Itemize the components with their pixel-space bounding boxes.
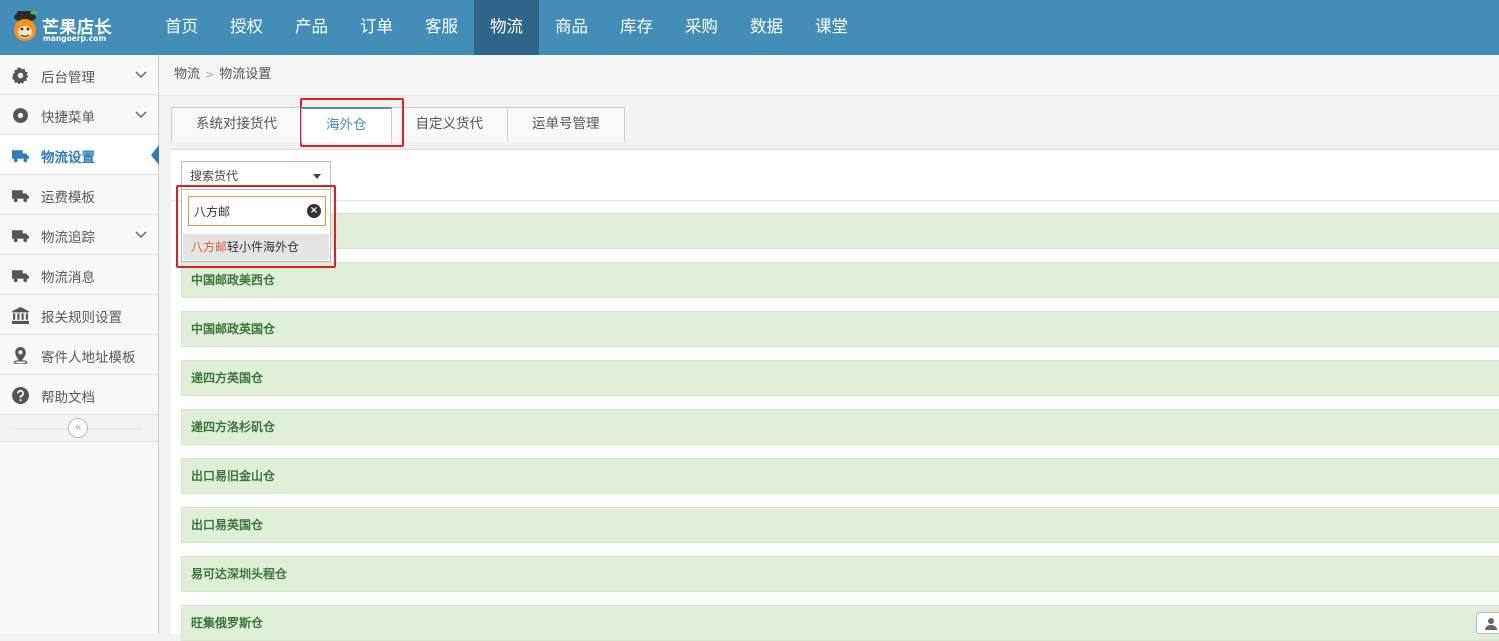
mango-mascot-icon bbox=[14, 10, 38, 41]
warehouse-row[interactable]: 易可达深圳头程仓 bbox=[181, 556, 1499, 592]
sidebar-item-shortcuts[interactable]: 快捷菜单 bbox=[0, 95, 158, 135]
highlight-box-dropdown bbox=[176, 185, 336, 268]
caret-down-icon bbox=[313, 174, 321, 179]
sidebar-item-label: 物流消息 bbox=[41, 270, 95, 286]
tab-tracking-number-management[interactable]: 运单号管理 bbox=[507, 107, 625, 142]
question-icon bbox=[12, 387, 29, 404]
sidebar-item-help-docs[interactable]: 帮助文档 bbox=[0, 375, 158, 415]
sidebar-item-customs-rules[interactable]: 报关规则设置 bbox=[0, 295, 158, 335]
nav-item-purchasing[interactable]: 采购 bbox=[669, 0, 734, 55]
bank-icon bbox=[12, 307, 29, 324]
nav-item-authorization[interactable]: 授权 bbox=[214, 0, 279, 55]
brand-domain: mangoerp.com bbox=[43, 34, 107, 43]
top-navbar: 芒果店长 mangoerp.com 首页 授权 产品 订单 客服 物流 商品 库… bbox=[0, 0, 1499, 55]
disc-icon bbox=[13, 108, 28, 123]
chevron-down-icon bbox=[135, 231, 147, 239]
logo[interactable]: 芒果店长 mangoerp.com bbox=[8, 6, 118, 48]
sidebar-item-freight-template[interactable]: 运费模板 bbox=[0, 175, 158, 215]
nav-item-products[interactable]: 产品 bbox=[279, 0, 344, 55]
sidebar-item-label: 寄件人地址模板 bbox=[41, 350, 136, 366]
warehouse-row[interactable]: 中国邮政美西仓 bbox=[181, 262, 1499, 298]
breadcrumb-root[interactable]: 物流 bbox=[174, 67, 200, 82]
warehouse-row[interactable]: 递四方洛杉矶仓 bbox=[181, 409, 1499, 445]
gear-icon bbox=[12, 67, 29, 84]
sidebar-item-admin[interactable]: 后台管理 bbox=[0, 55, 158, 95]
tab-custom-forwarders[interactable]: 自定义货代 bbox=[390, 107, 508, 142]
nav-item-inventory[interactable]: 库存 bbox=[604, 0, 669, 55]
warehouse-row[interactable]: 中国邮政英国仓 bbox=[181, 311, 1499, 347]
sidebar-item-logistics-settings[interactable]: 物流设置 bbox=[0, 135, 159, 175]
truck-icon bbox=[12, 270, 29, 283]
warehouse-row[interactable]: 出口易旧金山仓 bbox=[181, 458, 1499, 494]
nav-item-goods[interactable]: 商品 bbox=[539, 0, 604, 55]
breadcrumb-current: 物流设置 bbox=[219, 67, 272, 82]
sidebar-item-label: 帮助文档 bbox=[41, 390, 95, 406]
sidebar-item-sender-address[interactable]: 寄件人地址模板 bbox=[0, 335, 158, 375]
collapse-sidebar-button[interactable]: « bbox=[68, 418, 88, 438]
truck-icon bbox=[12, 150, 29, 163]
sidebar: 后台管理 快捷菜单 物流设置 运费模板 物流追踪 物流消息 报关规则设置 寄件人… bbox=[0, 55, 159, 634]
sidebar-item-logistics-messages[interactable]: 物流消息 bbox=[0, 255, 158, 295]
warehouse-row[interactable]: 递四方英国仓 bbox=[181, 360, 1499, 396]
truck-icon bbox=[12, 230, 29, 243]
sidebar-item-label: 物流设置 bbox=[41, 150, 95, 166]
sidebar-item-label: 物流追踪 bbox=[41, 230, 95, 246]
nav-item-logistics[interactable]: 物流 bbox=[474, 0, 539, 55]
sidebar-item-label: 后台管理 bbox=[41, 70, 95, 86]
user-icon bbox=[1485, 618, 1497, 630]
sidebar-item-logistics-tracking[interactable]: 物流追踪 bbox=[0, 215, 158, 255]
tab-overseas-warehouse[interactable]: 海外仓 bbox=[301, 107, 392, 143]
sidebar-item-label: 运费模板 bbox=[41, 190, 95, 206]
warehouse-row[interactable]: 八方邮轻小件海外仓 bbox=[181, 213, 1499, 249]
nav-item-customer-service[interactable]: 客服 bbox=[409, 0, 474, 55]
main-nav: 首页 授权 产品 订单 客服 物流 商品 库存 采购 数据 课堂 bbox=[149, 0, 864, 55]
breadcrumb: 物流 > 物流设置 bbox=[159, 55, 1499, 96]
nav-item-classroom[interactable]: 课堂 bbox=[799, 0, 864, 55]
map-pin-icon bbox=[13, 347, 28, 364]
user-float-button[interactable] bbox=[1476, 612, 1499, 634]
chevron-down-icon bbox=[135, 111, 147, 119]
chevron-down-icon bbox=[135, 71, 147, 79]
nav-item-data[interactable]: 数据 bbox=[734, 0, 799, 55]
tab-system-forwarders[interactable]: 系统对接货代 bbox=[171, 107, 302, 142]
divider bbox=[171, 200, 1499, 201]
nav-item-orders[interactable]: 订单 bbox=[344, 0, 409, 55]
nav-item-home[interactable]: 首页 bbox=[149, 0, 214, 55]
warehouse-row[interactable]: 旺集俄罗斯仓 bbox=[181, 605, 1499, 641]
sidebar-item-label: 报关规则设置 bbox=[41, 310, 122, 326]
sidebar-item-label: 快捷菜单 bbox=[41, 110, 95, 126]
chevron-right-icon: > bbox=[205, 68, 215, 81]
sidebar-collapse-row: « bbox=[0, 415, 158, 442]
select-value: 搜索货代 bbox=[190, 169, 239, 183]
warehouse-row[interactable]: 出口易英国仓 bbox=[181, 507, 1499, 543]
truck-icon bbox=[12, 190, 29, 203]
